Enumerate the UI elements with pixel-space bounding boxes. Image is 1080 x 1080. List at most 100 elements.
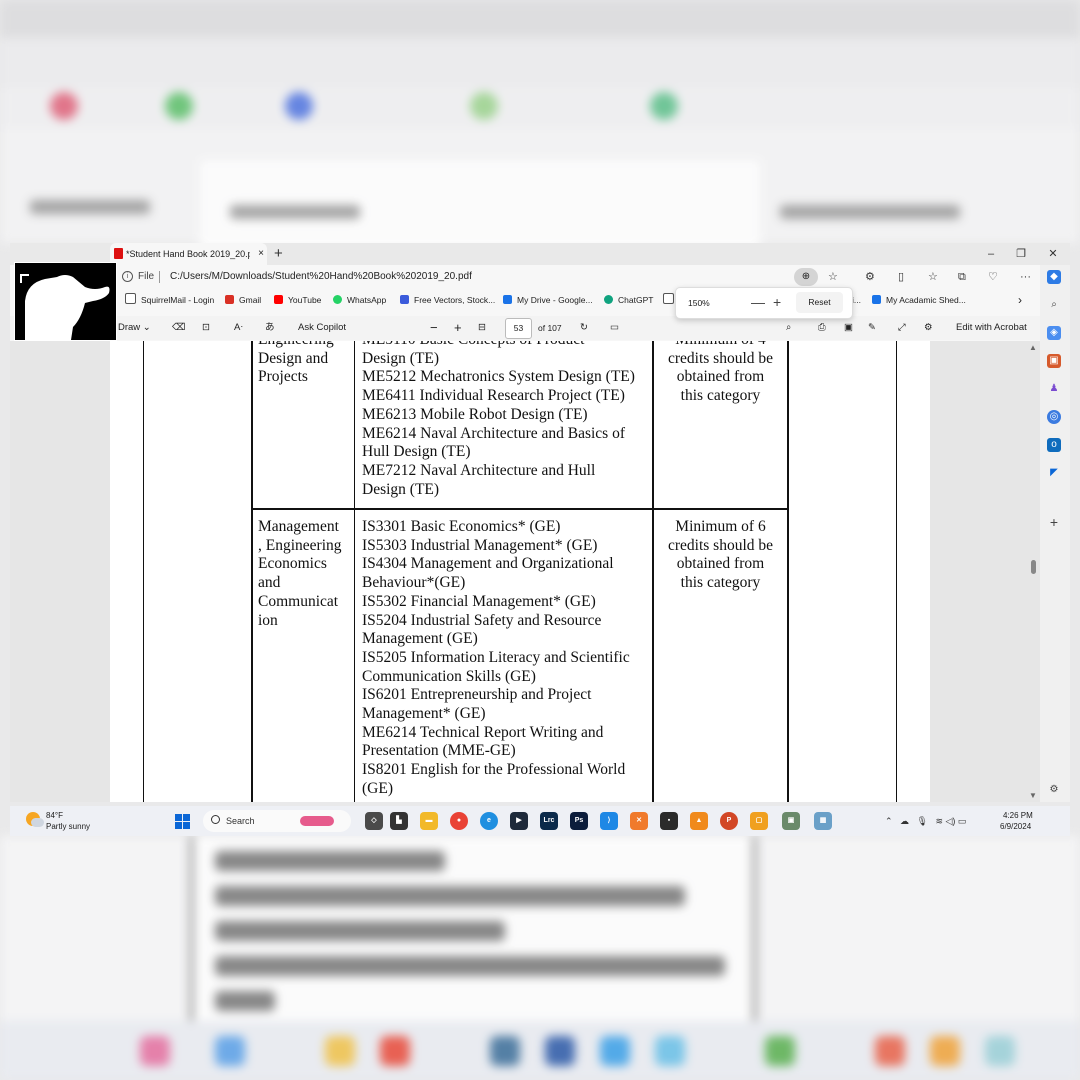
- eraser-icon[interactable]: ⌫: [172, 316, 185, 340]
- xampp-icon[interactable]: ✕: [630, 812, 648, 830]
- app-chart-icon[interactable]: ▦: [814, 812, 832, 830]
- requirement-cell-design: Minimum of 4credits should beobtained fr…: [667, 341, 774, 405]
- module-list-design: ME5110 Basic Concepts of ProductDesign (…: [362, 341, 635, 498]
- add-sidebar-app-icon[interactable]: +: [1047, 515, 1061, 529]
- file-explorer-icon[interactable]: ▬: [420, 812, 438, 830]
- lightroom-icon[interactable]: Lrc: [540, 812, 558, 830]
- tab-title: *Student Hand Book 2019_20.pdf: [126, 249, 250, 259]
- outlook-icon[interactable]: o: [1047, 438, 1061, 452]
- edit-with-acrobat-button[interactable]: Edit with Acrobat: [956, 316, 1027, 340]
- draw-button[interactable]: Draw ⌄: [118, 316, 151, 340]
- page-total: of 107: [538, 323, 562, 333]
- copilot-icon[interactable]: ◆: [1047, 270, 1061, 284]
- save-as-icon[interactable]: ✎: [868, 316, 876, 340]
- url-field[interactable]: C:/Users/M/Downloads/Student%20Hand%20Bo…: [170, 265, 472, 289]
- weather-widget-icon[interactable]: [24, 810, 44, 830]
- bookmark-my-drive[interactable]: My Drive - Google...: [503, 289, 593, 311]
- zoom-icon[interactable]: ⊕: [794, 268, 818, 286]
- system-tray[interactable]: ⌃ ☁ 🎙︎ ≋ ◁) ▭: [885, 806, 966, 836]
- save-icon[interactable]: ▣: [844, 316, 853, 340]
- zoom-out-button[interactable]: −: [430, 316, 438, 340]
- page-icon: [125, 293, 136, 304]
- settings-gear-icon[interactable]: ⚙: [924, 316, 933, 340]
- powerpoint-icon[interactable]: P: [720, 812, 738, 830]
- zoom-reset-button[interactable]: Reset: [796, 292, 843, 313]
- clock-date[interactable]: 6/9/2024: [1000, 822, 1031, 832]
- vlc-icon[interactable]: ▲: [690, 812, 708, 830]
- ask-copilot-button[interactable]: Ask Copilot: [298, 316, 346, 340]
- sidebar-search-icon[interactable]: ⌕: [1047, 298, 1061, 312]
- bookmark-chatgpt[interactable]: ChatGPT: [604, 289, 653, 311]
- bookmark-free-vectors[interactable]: Free Vectors, Stock...: [400, 289, 495, 311]
- tab-close-button[interactable]: ×: [258, 243, 264, 265]
- search-label: Search: [226, 816, 255, 826]
- tools-briefcase-icon[interactable]: ▣: [1047, 354, 1061, 368]
- bookmark-academic-schedule[interactable]: My Acadamic Shed...: [872, 289, 966, 311]
- zoom-minus-button[interactable]: —: [751, 288, 765, 316]
- chrome-icon[interactable]: ●: [450, 812, 468, 830]
- copilot-app-icon[interactable]: ◇: [365, 812, 383, 830]
- fullscreen-icon[interactable]: ⤢: [898, 316, 906, 340]
- vscode-icon[interactable]: ⟩: [600, 812, 618, 830]
- close-window-button[interactable]: ✕: [1038, 243, 1068, 265]
- maximize-button[interactable]: ❐: [1006, 243, 1036, 265]
- edge-icon[interactable]: e: [480, 812, 498, 830]
- vertical-scrollbar[interactable]: ▲ ▼: [1027, 341, 1040, 802]
- bookmarks-more-icon[interactable]: ›: [1018, 289, 1022, 311]
- print-icon[interactable]: ⎙: [818, 316, 826, 340]
- address-bar: i File C:/Users/M/Downloads/Student%20Ha…: [10, 265, 1070, 289]
- scroll-down-icon[interactable]: ▼: [1029, 791, 1037, 800]
- read-aloud-icon[interactable]: Aᐧ: [234, 316, 243, 340]
- collections-icon[interactable]: ⧉: [958, 265, 966, 289]
- page-number-input[interactable]: 53: [505, 318, 532, 339]
- browser-essentials-icon[interactable]: ♡: [988, 265, 998, 289]
- split-screen-icon[interactable]: ▯: [898, 265, 904, 289]
- info-icon[interactable]: i: [122, 271, 133, 282]
- bookmark-squirrelmail[interactable]: SquirrelMail - Login: [125, 289, 214, 311]
- weather-temperature[interactable]: 84°F: [46, 811, 63, 821]
- text-box-icon[interactable]: ⊡: [202, 316, 210, 340]
- task-view-icon[interactable]: ▙: [390, 812, 408, 830]
- terminal-icon[interactable]: ▪: [660, 812, 678, 830]
- games-icon[interactable]: ♟: [1047, 382, 1061, 396]
- edge-sidebar: ◆ ⌕ ◈ ▣ ♟ ◎ o ◤ + ⚙: [1040, 265, 1070, 802]
- taskbar-search-box[interactable]: Search: [203, 810, 351, 832]
- pycharm-icon[interactable]: ▶: [510, 812, 528, 830]
- bookmark-gmail[interactable]: Gmail: [225, 289, 261, 311]
- shopping-tag-icon[interactable]: ◈: [1047, 326, 1061, 340]
- scrollbar-thumb[interactable]: [1031, 560, 1036, 574]
- favorites-icon[interactable]: ☆: [928, 265, 938, 289]
- weather-condition[interactable]: Partly sunny: [46, 822, 90, 832]
- new-tab-button[interactable]: +: [274, 243, 283, 265]
- more-menu-icon[interactable]: ···: [1020, 265, 1031, 289]
- extensions-icon[interactable]: ⚙: [865, 265, 875, 289]
- photoshop-icon[interactable]: Ps: [570, 812, 588, 830]
- zoom-plus-button[interactable]: +: [773, 288, 781, 316]
- drop-icon[interactable]: ◤: [1047, 466, 1061, 480]
- clock-time[interactable]: 4:26 PM: [1003, 811, 1033, 821]
- page-view-icon[interactable]: ▭: [610, 316, 619, 340]
- microsoft-365-icon[interactable]: ◎: [1047, 410, 1061, 424]
- scroll-up-icon[interactable]: ▲: [1029, 343, 1037, 352]
- translate-icon[interactable]: あ: [265, 316, 275, 340]
- fit-page-icon[interactable]: ⊟: [478, 316, 486, 340]
- bookmark-youtube[interactable]: YouTube: [274, 289, 321, 311]
- search-icon[interactable]: ⌕: [786, 316, 791, 340]
- favorite-star-icon[interactable]: ☆: [828, 265, 838, 289]
- rotate-icon[interactable]: ↻: [580, 316, 588, 340]
- background-blur-top: [0, 0, 1080, 250]
- bookmark-whatsapp[interactable]: WhatsApp: [333, 289, 386, 311]
- pdf-viewer[interactable]: EngineeringDesign andProjects ME5110 Bas…: [10, 341, 1040, 802]
- app-green-icon[interactable]: ▣: [782, 812, 800, 830]
- sidebar-settings-icon[interactable]: ⚙: [1047, 783, 1061, 797]
- minimize-button[interactable]: –: [976, 243, 1006, 265]
- background-blur-bottom: [0, 836, 1080, 1080]
- bookmark-truncated[interactable]: i...: [852, 289, 861, 311]
- app-orange-icon[interactable]: ▢: [750, 812, 768, 830]
- table-border: [652, 341, 654, 802]
- divider: [159, 271, 160, 283]
- zoom-in-button[interactable]: +: [454, 316, 462, 340]
- windows-start-icon[interactable]: [175, 814, 190, 829]
- search-highlight-icon: [300, 816, 334, 826]
- tab-student-handbook[interactable]: *Student Hand Book 2019_20.pdf ×: [110, 243, 267, 265]
